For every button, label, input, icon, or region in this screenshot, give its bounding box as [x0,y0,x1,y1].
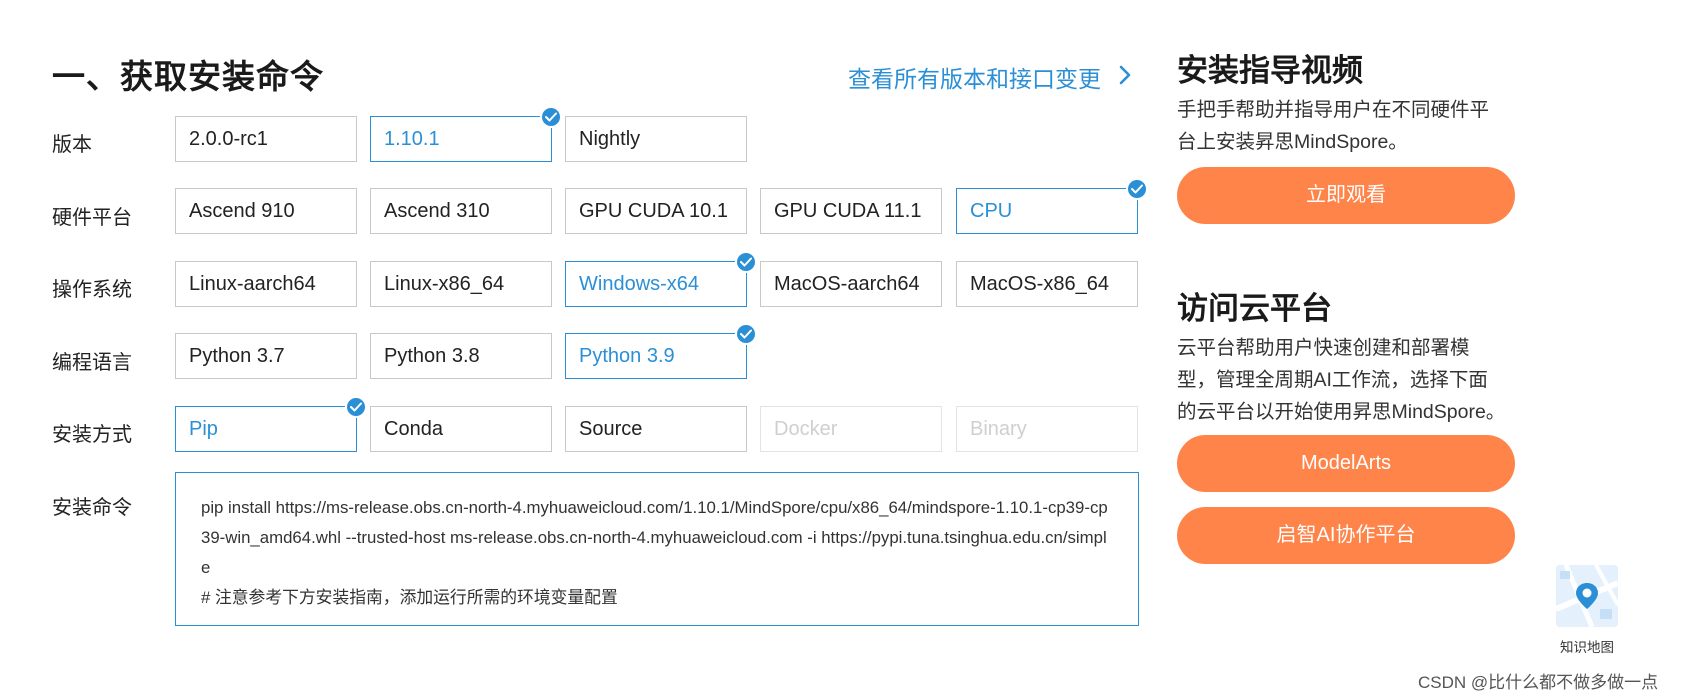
option-language-python-3-7[interactable]: Python 3.7 [175,333,357,379]
option-label: GPU CUDA 11.1 [774,200,922,222]
row-label-language: 编程语言 [52,352,132,374]
option-label: Linux-aarch64 [189,273,316,295]
option-label: 2.0.0-rc1 [189,128,268,150]
watch-now-button[interactable]: 立即观看 [1177,167,1515,224]
option-version-2-0-0-rc1[interactable]: 2.0.0-rc1 [175,116,357,162]
install-command-text[interactable]: pip install https://ms-release.obs.cn-no… [201,493,1114,583]
option-hardware-gpu-cuda-10-1[interactable]: GPU CUDA 10.1 [565,188,747,234]
option-method-binary: Binary [956,406,1138,452]
option-label: Source [579,418,643,440]
option-method-source[interactable]: Source [565,406,747,452]
option-language-python-3-8[interactable]: Python 3.8 [370,333,552,379]
option-label: MacOS-aarch64 [774,273,920,295]
install-command-box[interactable]: pip install https://ms-release.obs.cn-no… [175,472,1139,626]
option-label: CPU [970,200,1013,222]
option-hardware-cpu[interactable]: CPU [956,178,1148,234]
knowledge-map-label: 知识地图 [1560,640,1614,655]
option-hardware-ascend-910[interactable]: Ascend 910 [175,188,357,234]
option-os-macos-aarch64[interactable]: MacOS-aarch64 [760,261,942,307]
section-title: 一、获取安装命令 [52,58,324,95]
option-os-macos-x86-64[interactable]: MacOS-x86_64 [956,261,1138,307]
watermark: CSDN @比什么都不做多做一点 [1418,673,1659,692]
option-label: GPU CUDA 10.1 [579,200,728,222]
option-hardware-gpu-cuda-11-1[interactable]: GPU CUDA 11.1 [760,188,942,234]
option-version-1-10-1[interactable]: 1.10.1 [370,106,562,162]
knowledge-map-icon[interactable] [1556,565,1618,627]
check-icon [735,251,757,273]
row-label-os: 操作系统 [52,279,132,301]
option-os-windows-x64[interactable]: Windows-x64 [565,251,757,307]
option-version-nightly[interactable]: Nightly [565,116,747,162]
check-icon [1126,178,1148,200]
option-method-conda[interactable]: Conda [370,406,552,452]
option-label: Linux-x86_64 [384,273,505,295]
video-section-description: 手把手帮助并指导用户在不同硬件平台上安装昇思MindSpore。 [1177,99,1490,153]
option-os-linux-aarch64[interactable]: Linux-aarch64 [175,261,357,307]
modelarts-button[interactable]: ModelArts [1177,435,1515,492]
all-versions-link-label: 查看所有版本和接口变更 [848,66,1101,92]
option-label: Python 3.8 [384,345,480,367]
all-versions-link[interactable]: 查看所有版本和接口变更 [848,60,1131,94]
option-method-docker: Docker [760,406,942,452]
option-label: 1.10.1 [384,128,440,150]
install-command-note: # 注意参考下方安装指南，添加运行所需的环境变量配置 [201,588,618,607]
option-label: Pip [189,418,218,440]
option-language-python-3-9[interactable]: Python 3.9 [565,323,757,379]
option-label: Python 3.7 [189,345,285,367]
row-label-method: 安装方式 [52,424,132,446]
row-label-version: 版本 [52,134,92,156]
chevron-right-icon [1119,64,1131,91]
option-os-linux-x86-64[interactable]: Linux-x86_64 [370,261,552,307]
check-icon [735,323,757,345]
openi-platform-button[interactable]: 启智AI协作平台 [1177,507,1515,564]
check-icon [345,396,367,418]
option-label: Ascend 910 [189,200,295,222]
cloud-section-title: 访问云平台 [1177,291,1332,326]
option-label: Windows-x64 [579,273,700,295]
cloud-section-description: 云平台帮助用户快速创建和部署模型，管理全周期AI工作流，选择下面的云平台以开始使… [1177,337,1506,423]
option-label: Docker [774,418,838,440]
option-label: Binary [970,418,1027,440]
option-hardware-ascend-310[interactable]: Ascend 310 [370,188,552,234]
option-label: Conda [384,418,443,440]
option-label: Ascend 310 [384,200,490,222]
row-label-command: 安装命令 [52,497,132,519]
option-label: Nightly [579,128,641,150]
option-label: MacOS-x86_64 [970,273,1109,295]
row-label-hardware: 硬件平台 [52,207,132,229]
option-method-pip[interactable]: Pip [175,396,367,452]
check-icon [540,106,562,128]
option-label: Python 3.9 [579,345,675,367]
video-section-title: 安装指导视频 [1177,53,1363,88]
